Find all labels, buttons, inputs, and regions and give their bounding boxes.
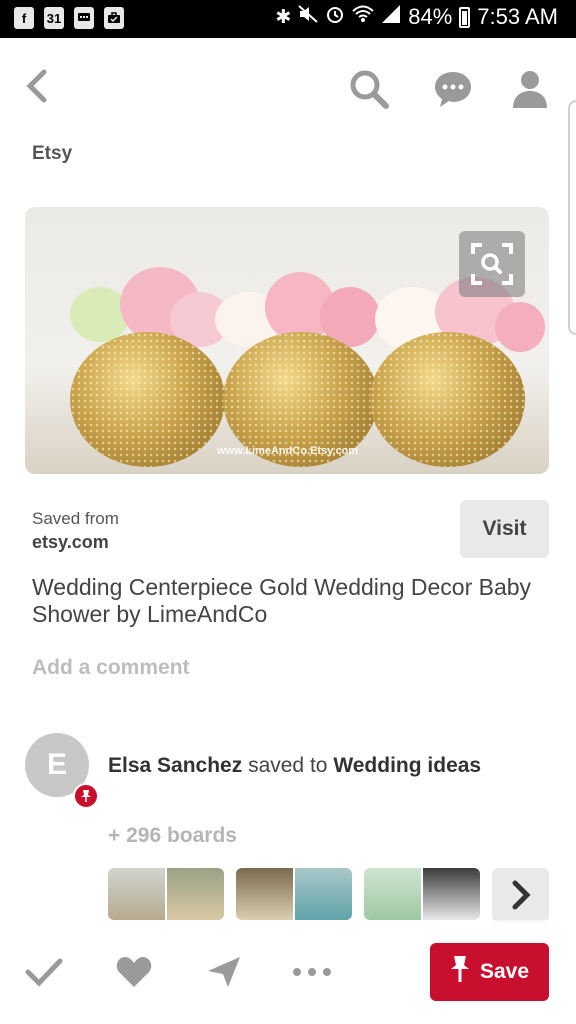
next-boards-button[interactable] xyxy=(492,868,549,922)
clock: 7:53 AM xyxy=(477,4,558,29)
message-icon xyxy=(74,7,94,29)
alarm-icon xyxy=(325,4,345,30)
pin-icon xyxy=(450,954,470,990)
wifi-icon xyxy=(352,5,374,29)
messages-icon[interactable] xyxy=(432,68,474,110)
gold-vase xyxy=(370,332,525,467)
saved-to-line: Elsa Sanchez saved to Wedding ideas xyxy=(108,754,508,778)
boards-count[interactable]: + 296 boards xyxy=(108,824,237,848)
board-name[interactable]: Wedding ideas xyxy=(333,754,481,777)
gold-vase xyxy=(70,332,225,467)
saved-to-text: saved to xyxy=(248,754,328,777)
pin-image[interactable]: www.LimeAndCo.Etsy.com xyxy=(25,207,549,474)
board-thumbnails xyxy=(108,868,480,920)
search-icon[interactable] xyxy=(348,68,390,110)
source-label[interactable]: Etsy xyxy=(32,143,72,165)
check-icon[interactable] xyxy=(24,952,64,992)
visit-button[interactable]: Visit xyxy=(460,500,549,558)
board-thumbnail[interactable] xyxy=(236,868,352,920)
mute-icon xyxy=(298,5,318,29)
signal-icon xyxy=(381,4,401,30)
battery-percent: 84% xyxy=(408,4,453,29)
board-thumbnail[interactable] xyxy=(364,868,480,920)
heart-icon[interactable] xyxy=(114,952,154,992)
briefcase-icon xyxy=(104,7,124,29)
bluetooth-icon: ✱ xyxy=(275,6,292,28)
save-label: Save xyxy=(479,960,530,983)
add-comment-field[interactable]: Add a comment xyxy=(32,656,190,680)
saver-name[interactable]: Elsa Sanchez xyxy=(108,754,242,777)
more-icon[interactable] xyxy=(290,952,334,992)
saved-from-label: Saved from xyxy=(32,509,119,528)
calendar-icon: 31 xyxy=(44,7,64,29)
pin-title: Wedding Centerpiece Gold Wedding Decor B… xyxy=(32,574,532,627)
battery-icon xyxy=(459,6,471,28)
status-bar: f 31 ✱ 84% 7:53 AM xyxy=(0,0,576,38)
facebook-icon: f xyxy=(14,7,34,29)
back-icon[interactable] xyxy=(22,68,50,112)
next-pin-peek[interactable] xyxy=(568,100,576,335)
saved-from-site[interactable]: etsy.com xyxy=(32,532,109,553)
save-button[interactable]: Save xyxy=(430,943,549,1001)
profile-icon[interactable] xyxy=(509,68,551,110)
top-bar xyxy=(0,38,576,138)
visual-search-icon[interactable] xyxy=(459,231,525,297)
image-watermark: www.LimeAndCo.Etsy.com xyxy=(217,445,359,457)
pin-badge-icon xyxy=(73,783,99,809)
send-icon[interactable] xyxy=(204,952,244,992)
board-thumbnail[interactable] xyxy=(108,868,224,920)
